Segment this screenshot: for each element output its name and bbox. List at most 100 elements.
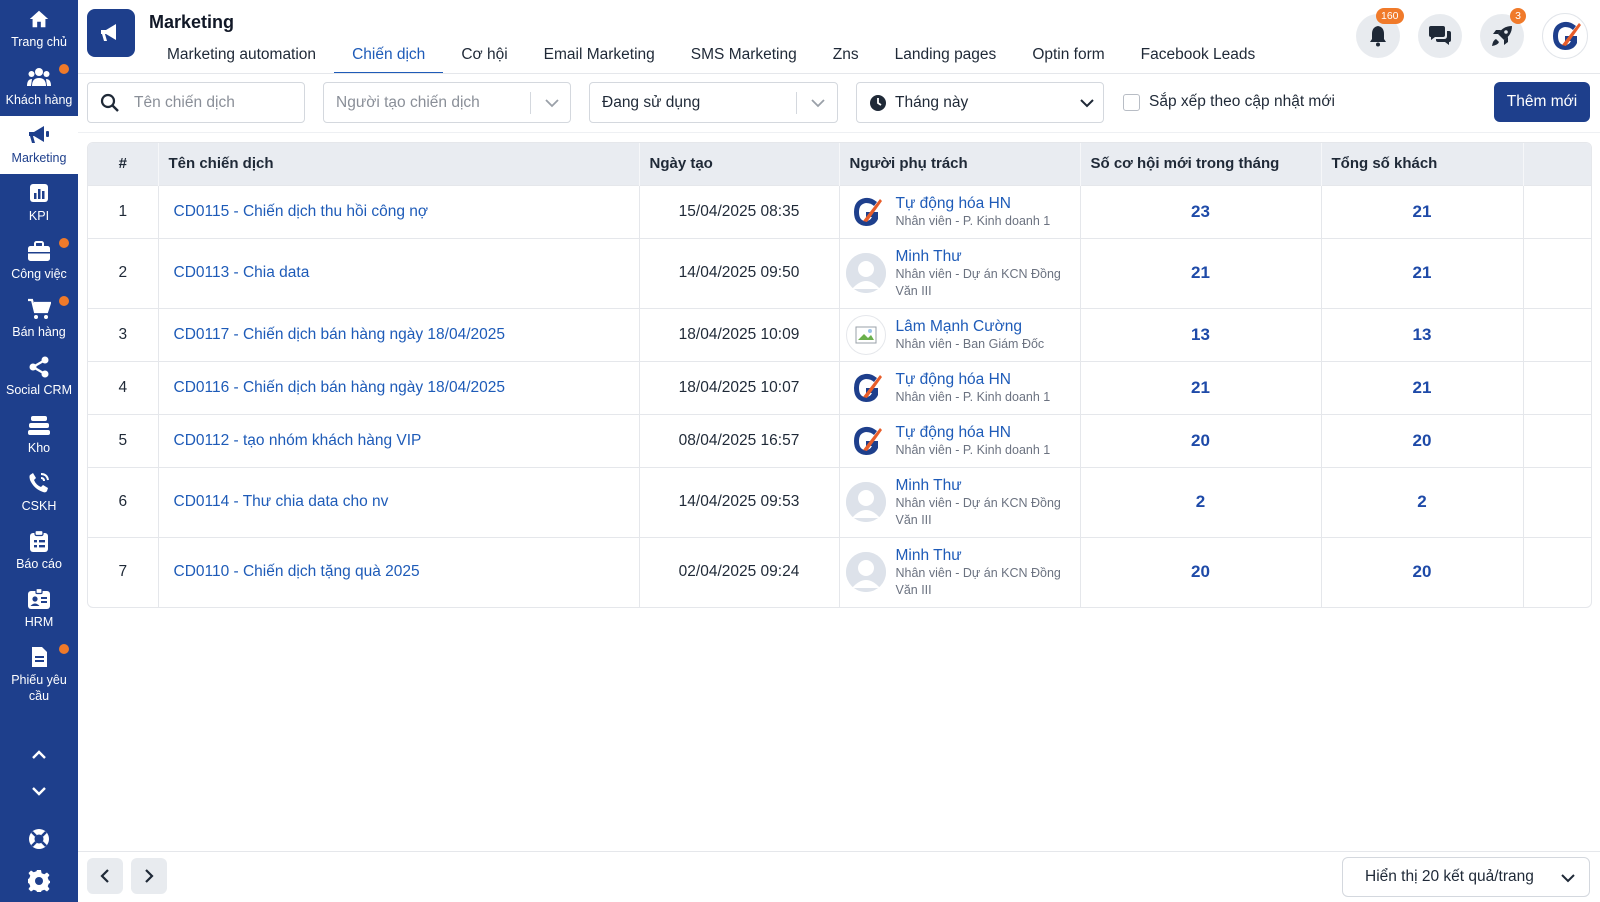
campaign-name[interactable]: CD0110 - Chiến dịch tặng quà 2025 bbox=[174, 563, 420, 580]
total-customers-count[interactable]: 2 bbox=[1321, 466, 1524, 537]
column-header-name[interactable]: Tên chiến dịch bbox=[158, 143, 640, 185]
prev-page-button[interactable] bbox=[87, 858, 123, 894]
new-opportunities-count[interactable]: 21 bbox=[1080, 237, 1322, 308]
campaign-name-link[interactable]: CD0117 - Chiến dịch bán hàng ngày 18/04/… bbox=[158, 307, 640, 361]
column-header-owner[interactable]: Người phụ trách bbox=[839, 143, 1081, 185]
messages-button[interactable] bbox=[1418, 14, 1462, 58]
sidebar-item-reports[interactable]: Báo cáo bbox=[0, 522, 78, 580]
module-logo bbox=[87, 9, 135, 57]
status-select[interactable]: Đang sử dụng bbox=[589, 82, 838, 123]
campaign-name[interactable]: CD0113 - Chia data bbox=[174, 264, 310, 281]
table-row[interactable]: 2 CD0113 - Chia data 14/04/2025 09:50 Minh … bbox=[88, 237, 1591, 308]
table-row[interactable]: 3 CD0117 - Chiến dịch bán hàng ngày 18/04… bbox=[88, 307, 1591, 361]
chevron-down-icon bbox=[32, 787, 46, 796]
tab-opportunities[interactable]: Cơ hội bbox=[443, 40, 525, 74]
campaign-name[interactable]: CD0115 - Chiến dịch thu hồi công nợ bbox=[174, 203, 429, 220]
owner-name[interactable]: Minh Thư bbox=[896, 476, 1074, 495]
sidebar-item-hrm[interactable]: HRM bbox=[0, 580, 78, 638]
table-row[interactable]: 5 CD0112 - tạo nhóm khách hàng VIP 08/04/2… bbox=[88, 413, 1591, 467]
owner-name[interactable]: Minh Thư bbox=[896, 247, 1074, 266]
select-separator bbox=[530, 92, 531, 114]
table-row[interactable]: 1 CD0115 - Chiến dịch thu hồi công nợ 15/0… bbox=[88, 184, 1591, 238]
owner-name[interactable]: Tự động hóa HN bbox=[896, 370, 1051, 389]
new-opportunities-count[interactable]: 21 bbox=[1080, 360, 1322, 414]
sidebar-item-cskh[interactable]: CSKH bbox=[0, 464, 78, 522]
add-new-button[interactable]: Thêm mới bbox=[1494, 82, 1590, 122]
owner-name[interactable]: Lâm Mạnh Cường bbox=[896, 317, 1045, 336]
bell-icon bbox=[1370, 26, 1386, 47]
new-opportunities-count[interactable]: 20 bbox=[1080, 536, 1322, 607]
sidebar-item-marketing[interactable]: Marketing bbox=[0, 116, 78, 174]
tab-marketing-automation[interactable]: Marketing automation bbox=[149, 40, 334, 74]
sidebar-item-requests[interactable]: Phiếu yêu cầu bbox=[0, 638, 78, 708]
total-customers-count[interactable]: 21 bbox=[1321, 237, 1524, 308]
tab-zns[interactable]: Zns bbox=[815, 40, 877, 74]
tab-email-marketing[interactable]: Email Marketing bbox=[526, 40, 673, 74]
new-opportunities-count[interactable]: 23 bbox=[1080, 184, 1322, 238]
owner-name[interactable]: Tự động hóa HN bbox=[896, 423, 1051, 442]
person-placeholder-avatar bbox=[845, 552, 886, 593]
campaign-name-link[interactable]: CD0112 - tạo nhóm khách hàng VIP bbox=[158, 413, 640, 467]
scroll-down-button[interactable] bbox=[0, 776, 78, 806]
period-select[interactable]: Tháng này bbox=[856, 82, 1104, 123]
creator-select[interactable]: Người tạo chiến dịch bbox=[323, 82, 571, 123]
sidebar-item-label: CSKH bbox=[21, 499, 57, 513]
per-page-select[interactable]: Hiển thị 20 kết quả/trang bbox=[1342, 857, 1590, 897]
sidebar-item-sales[interactable]: Bán hàng bbox=[0, 290, 78, 348]
column-header-index: # bbox=[88, 143, 159, 185]
scroll-up-button[interactable] bbox=[0, 740, 78, 770]
created-date: 18/04/2025 10:09 bbox=[639, 307, 840, 361]
campaign-name[interactable]: CD0112 - tạo nhóm khách hàng VIP bbox=[174, 432, 422, 449]
support-button[interactable] bbox=[0, 824, 78, 854]
column-header-created[interactable]: Ngày tạo bbox=[639, 143, 840, 185]
home-icon bbox=[26, 6, 52, 32]
total-customers-count[interactable]: 13 bbox=[1321, 307, 1524, 361]
new-opportunities-count[interactable]: 13 bbox=[1080, 307, 1322, 361]
tab-campaigns[interactable]: Chiến dịch bbox=[334, 40, 444, 74]
campaign-name[interactable]: CD0117 - Chiến dịch bán hàng ngày 18/04/… bbox=[174, 326, 506, 343]
user-avatar-button[interactable] bbox=[1542, 13, 1588, 59]
column-header-opportunities[interactable]: Số cơ hội mới trong tháng bbox=[1080, 143, 1322, 185]
sidebar-item-kpi[interactable]: KPI bbox=[0, 174, 78, 232]
campaign-name-link[interactable]: CD0115 - Chiến dịch thu hồi công nợ bbox=[158, 184, 640, 238]
sidebar-item-tasks[interactable]: Công việc bbox=[0, 232, 78, 290]
notification-dot bbox=[59, 296, 69, 306]
tab-landing-pages[interactable]: Landing pages bbox=[877, 40, 1015, 74]
campaign-name[interactable]: CD0114 - Thư chia data cho nv bbox=[174, 493, 389, 510]
tab-optin-form[interactable]: Optin form bbox=[1014, 40, 1122, 74]
campaign-name[interactable]: CD0116 - Chiến dịch bán hàng ngày 18/04/… bbox=[174, 379, 506, 396]
table-row[interactable]: 6 CD0114 - Thư chia data cho nv 14/04/2025… bbox=[88, 466, 1591, 537]
campaign-name-link[interactable]: CD0113 - Chia data bbox=[158, 237, 640, 308]
tab-facebook-leads[interactable]: Facebook Leads bbox=[1123, 40, 1274, 74]
sort-by-update-checkbox[interactable] bbox=[1123, 94, 1140, 111]
notifications-button[interactable]: 160 bbox=[1356, 8, 1404, 58]
sidebar-item-home[interactable]: Trang chủ bbox=[0, 0, 78, 58]
sidebar-item-social-crm[interactable]: Social CRM bbox=[0, 348, 78, 406]
sidebar-item-customers[interactable]: Khách hàng bbox=[0, 58, 78, 116]
campaign-name-link[interactable]: CD0110 - Chiến dịch tặng quà 2025 bbox=[158, 536, 640, 607]
search-field[interactable]: Tên chiến dịch bbox=[87, 82, 305, 123]
launch-button[interactable]: 3 bbox=[1480, 8, 1526, 58]
owner-name[interactable]: Minh Thư bbox=[896, 546, 1074, 565]
table-row[interactable]: 7 CD0110 - Chiến dịch tặng quà 2025 02/04/… bbox=[88, 536, 1591, 607]
row-actions-cell bbox=[1523, 237, 1591, 308]
table-row[interactable]: 4 CD0116 - Chiến dịch bán hàng ngày 18/04… bbox=[88, 360, 1591, 414]
tab-sms-marketing[interactable]: SMS Marketing bbox=[673, 40, 815, 74]
settings-button[interactable] bbox=[0, 866, 78, 896]
campaign-name-link[interactable]: CD0116 - Chiến dịch bán hàng ngày 18/04/… bbox=[158, 360, 640, 414]
column-header-actions bbox=[1523, 143, 1591, 185]
new-opportunities-count[interactable]: 2 bbox=[1080, 466, 1322, 537]
total-customers-count[interactable]: 21 bbox=[1321, 184, 1524, 238]
total-customers-count[interactable]: 20 bbox=[1321, 536, 1524, 607]
total-customers-count[interactable]: 20 bbox=[1321, 413, 1524, 467]
owner-name[interactable]: Tự động hóa HN bbox=[896, 194, 1051, 213]
campaign-name-link[interactable]: CD0114 - Thư chia data cho nv bbox=[158, 466, 640, 537]
brand-logo-icon bbox=[1553, 21, 1581, 50]
sidebar-item-label: Phiếu yêu cầu bbox=[11, 673, 67, 703]
new-opportunities-count[interactable]: 20 bbox=[1080, 413, 1322, 467]
column-header-customers[interactable]: Tổng số khách bbox=[1321, 143, 1524, 185]
total-customers-count[interactable]: 21 bbox=[1321, 360, 1524, 414]
next-page-button[interactable] bbox=[131, 858, 167, 894]
sidebar-item-warehouse[interactable]: Kho bbox=[0, 406, 78, 464]
search-input[interactable]: Tên chiến dịch bbox=[134, 94, 235, 112]
